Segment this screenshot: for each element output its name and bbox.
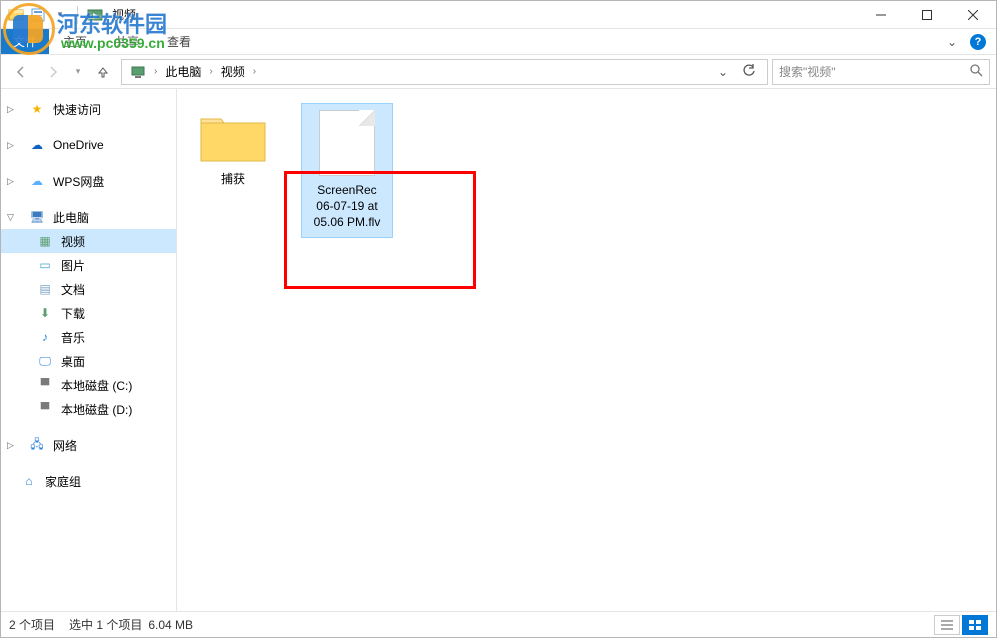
cloud-icon: ☁ bbox=[29, 137, 45, 153]
expand-icon[interactable]: ▷ bbox=[7, 140, 17, 151]
refresh-icon[interactable] bbox=[735, 63, 763, 80]
drive-icon: ▀ bbox=[37, 377, 53, 393]
recent-dropdown-icon[interactable]: ▾ bbox=[71, 59, 85, 85]
nav-network[interactable]: ▷ 🖧 网络 bbox=[1, 433, 176, 457]
network-icon: 🖧 bbox=[29, 437, 45, 453]
nav-videos[interactable]: ▦ 视频 bbox=[1, 229, 176, 253]
expand-icon[interactable]: ▷ bbox=[7, 104, 17, 115]
nav-quick-access[interactable]: ▷ ★ 快速访问 bbox=[1, 97, 176, 121]
breadcrumb-root[interactable]: 此电脑 bbox=[161, 61, 205, 82]
nav-music[interactable]: ♪ 音乐 bbox=[1, 325, 176, 349]
picture-icon: ▭ bbox=[37, 257, 53, 273]
tab-home[interactable]: 主页 bbox=[49, 29, 101, 54]
expand-icon[interactable]: ▷ bbox=[7, 440, 17, 451]
search-icon[interactable] bbox=[969, 63, 983, 80]
nav-this-pc[interactable]: ▽ 🖥 此电脑 bbox=[1, 205, 176, 229]
explorer-icon bbox=[7, 6, 25, 24]
window-title: 视频 bbox=[112, 6, 136, 23]
desktop-icon: 🖵 bbox=[37, 353, 53, 369]
nav-label: 网络 bbox=[53, 437, 77, 454]
nav-label: WPS网盘 bbox=[53, 173, 104, 190]
chevron-right-icon[interactable]: › bbox=[152, 66, 159, 77]
icons-view-button[interactable] bbox=[962, 615, 988, 635]
folder-item[interactable]: 捕获 bbox=[187, 103, 279, 193]
back-button[interactable] bbox=[7, 59, 35, 85]
star-icon: ★ bbox=[29, 101, 45, 117]
breadcrumb-current[interactable]: 视频 bbox=[217, 61, 249, 82]
address-dropdown-icon[interactable]: ⌄ bbox=[713, 65, 733, 79]
nav-label: 桌面 bbox=[61, 353, 85, 370]
collapse-icon[interactable]: ▽ bbox=[7, 212, 17, 223]
file-item-selected[interactable]: ScreenRec 06-07-19 at 05.06 PM.flv bbox=[301, 103, 393, 238]
window-controls bbox=[858, 1, 996, 29]
chevron-right-icon[interactable]: › bbox=[207, 66, 214, 77]
file-list[interactable]: 捕获 ScreenRec 06-07-19 at 05.06 PM.flv bbox=[177, 89, 996, 611]
file-label: ScreenRec 06-07-19 at 05.06 PM.flv bbox=[314, 182, 381, 231]
music-icon: ♪ bbox=[37, 329, 53, 345]
minimize-button[interactable] bbox=[858, 1, 904, 29]
tab-view[interactable]: 查看 bbox=[153, 29, 205, 54]
main-area: ▷★快速访问 ▷☁OneDrive ▷☁WPS网盘 ▽🖥此电脑 ▦视频 ▭图片 … bbox=[1, 89, 996, 611]
nav-label: 家庭组 bbox=[45, 473, 81, 490]
document-icon: ▤ bbox=[37, 281, 53, 297]
separator bbox=[77, 6, 78, 24]
folder-icon bbox=[197, 109, 269, 165]
ribbon-tabs: 文件 主页 共享 查看 ⌄ ? bbox=[1, 29, 996, 55]
address-bar: ▾ › 此电脑 › 视频 › ⌄ 搜索"视频" bbox=[1, 55, 996, 89]
file-tab[interactable]: 文件 bbox=[1, 29, 49, 54]
nav-onedrive[interactable]: ▷ ☁ OneDrive bbox=[1, 133, 176, 157]
nav-documents[interactable]: ▤ 文档 bbox=[1, 277, 176, 301]
drive-icon: ▀ bbox=[37, 401, 53, 417]
breadcrumb-box[interactable]: › 此电脑 › 视频 › ⌄ bbox=[121, 59, 768, 85]
nav-label: 本地磁盘 (C:) bbox=[61, 377, 132, 394]
nav-wps[interactable]: ▷ ☁ WPS网盘 bbox=[1, 169, 176, 193]
nav-pictures[interactable]: ▭ 图片 bbox=[1, 253, 176, 277]
nav-homegroup[interactable]: ⌂ 家庭组 bbox=[1, 469, 176, 493]
nav-drive-c[interactable]: ▀ 本地磁盘 (C:) bbox=[1, 373, 176, 397]
file-icon bbox=[319, 110, 375, 176]
homegroup-icon: ⌂ bbox=[21, 473, 37, 489]
close-button[interactable] bbox=[950, 1, 996, 29]
properties-icon[interactable] bbox=[29, 6, 47, 24]
forward-button[interactable] bbox=[39, 59, 67, 85]
details-view-button[interactable] bbox=[934, 615, 960, 635]
qat-dropdown-icon[interactable]: ▾ bbox=[51, 6, 69, 24]
video-tools-icon bbox=[86, 6, 104, 24]
maximize-button[interactable] bbox=[904, 1, 950, 29]
nav-label: 文档 bbox=[61, 281, 85, 298]
download-icon: ⬇ bbox=[37, 305, 53, 321]
title-bar: ▾ 视频 bbox=[1, 1, 996, 29]
nav-label: 图片 bbox=[61, 257, 85, 274]
cloud-icon: ☁ bbox=[29, 173, 45, 189]
nav-label: 下载 bbox=[61, 305, 85, 322]
search-input[interactable]: 搜索"视频" bbox=[772, 59, 990, 85]
nav-label: OneDrive bbox=[53, 138, 104, 152]
nav-label: 本地磁盘 (D:) bbox=[61, 401, 132, 418]
selection-info: 选中 1 个项目 bbox=[69, 616, 142, 633]
quick-access-toolbar: ▾ bbox=[1, 6, 104, 24]
nav-label: 快速访问 bbox=[53, 101, 101, 118]
selection-size: 6.04 MB bbox=[148, 618, 193, 632]
nav-label: 视频 bbox=[61, 233, 85, 250]
expand-icon[interactable]: ▷ bbox=[7, 176, 17, 187]
nav-drive-d[interactable]: ▀ 本地磁盘 (D:) bbox=[1, 397, 176, 421]
video-icon: ▦ bbox=[37, 233, 53, 249]
up-button[interactable] bbox=[89, 59, 117, 85]
search-placeholder: 搜索"视频" bbox=[779, 63, 836, 80]
navigation-pane: ▷★快速访问 ▷☁OneDrive ▷☁WPS网盘 ▽🖥此电脑 ▦视频 ▭图片 … bbox=[1, 89, 177, 611]
help-icon[interactable]: ? bbox=[970, 34, 986, 50]
nav-downloads[interactable]: ⬇ 下载 bbox=[1, 301, 176, 325]
status-bar: 2 个项目 选中 1 个项目 6.04 MB bbox=[1, 611, 996, 637]
nav-label: 此电脑 bbox=[53, 209, 89, 226]
nav-label: 音乐 bbox=[61, 329, 85, 346]
pc-icon: 🖥 bbox=[29, 209, 45, 225]
pc-crumb-icon[interactable] bbox=[126, 62, 150, 82]
nav-desktop[interactable]: 🖵 桌面 bbox=[1, 349, 176, 373]
ribbon-expand-icon[interactable]: ⌄ bbox=[940, 35, 964, 49]
file-label: 捕获 bbox=[221, 171, 245, 187]
item-count: 2 个项目 bbox=[9, 616, 55, 633]
chevron-right-icon[interactable]: › bbox=[251, 66, 258, 77]
tab-share[interactable]: 共享 bbox=[101, 29, 153, 54]
